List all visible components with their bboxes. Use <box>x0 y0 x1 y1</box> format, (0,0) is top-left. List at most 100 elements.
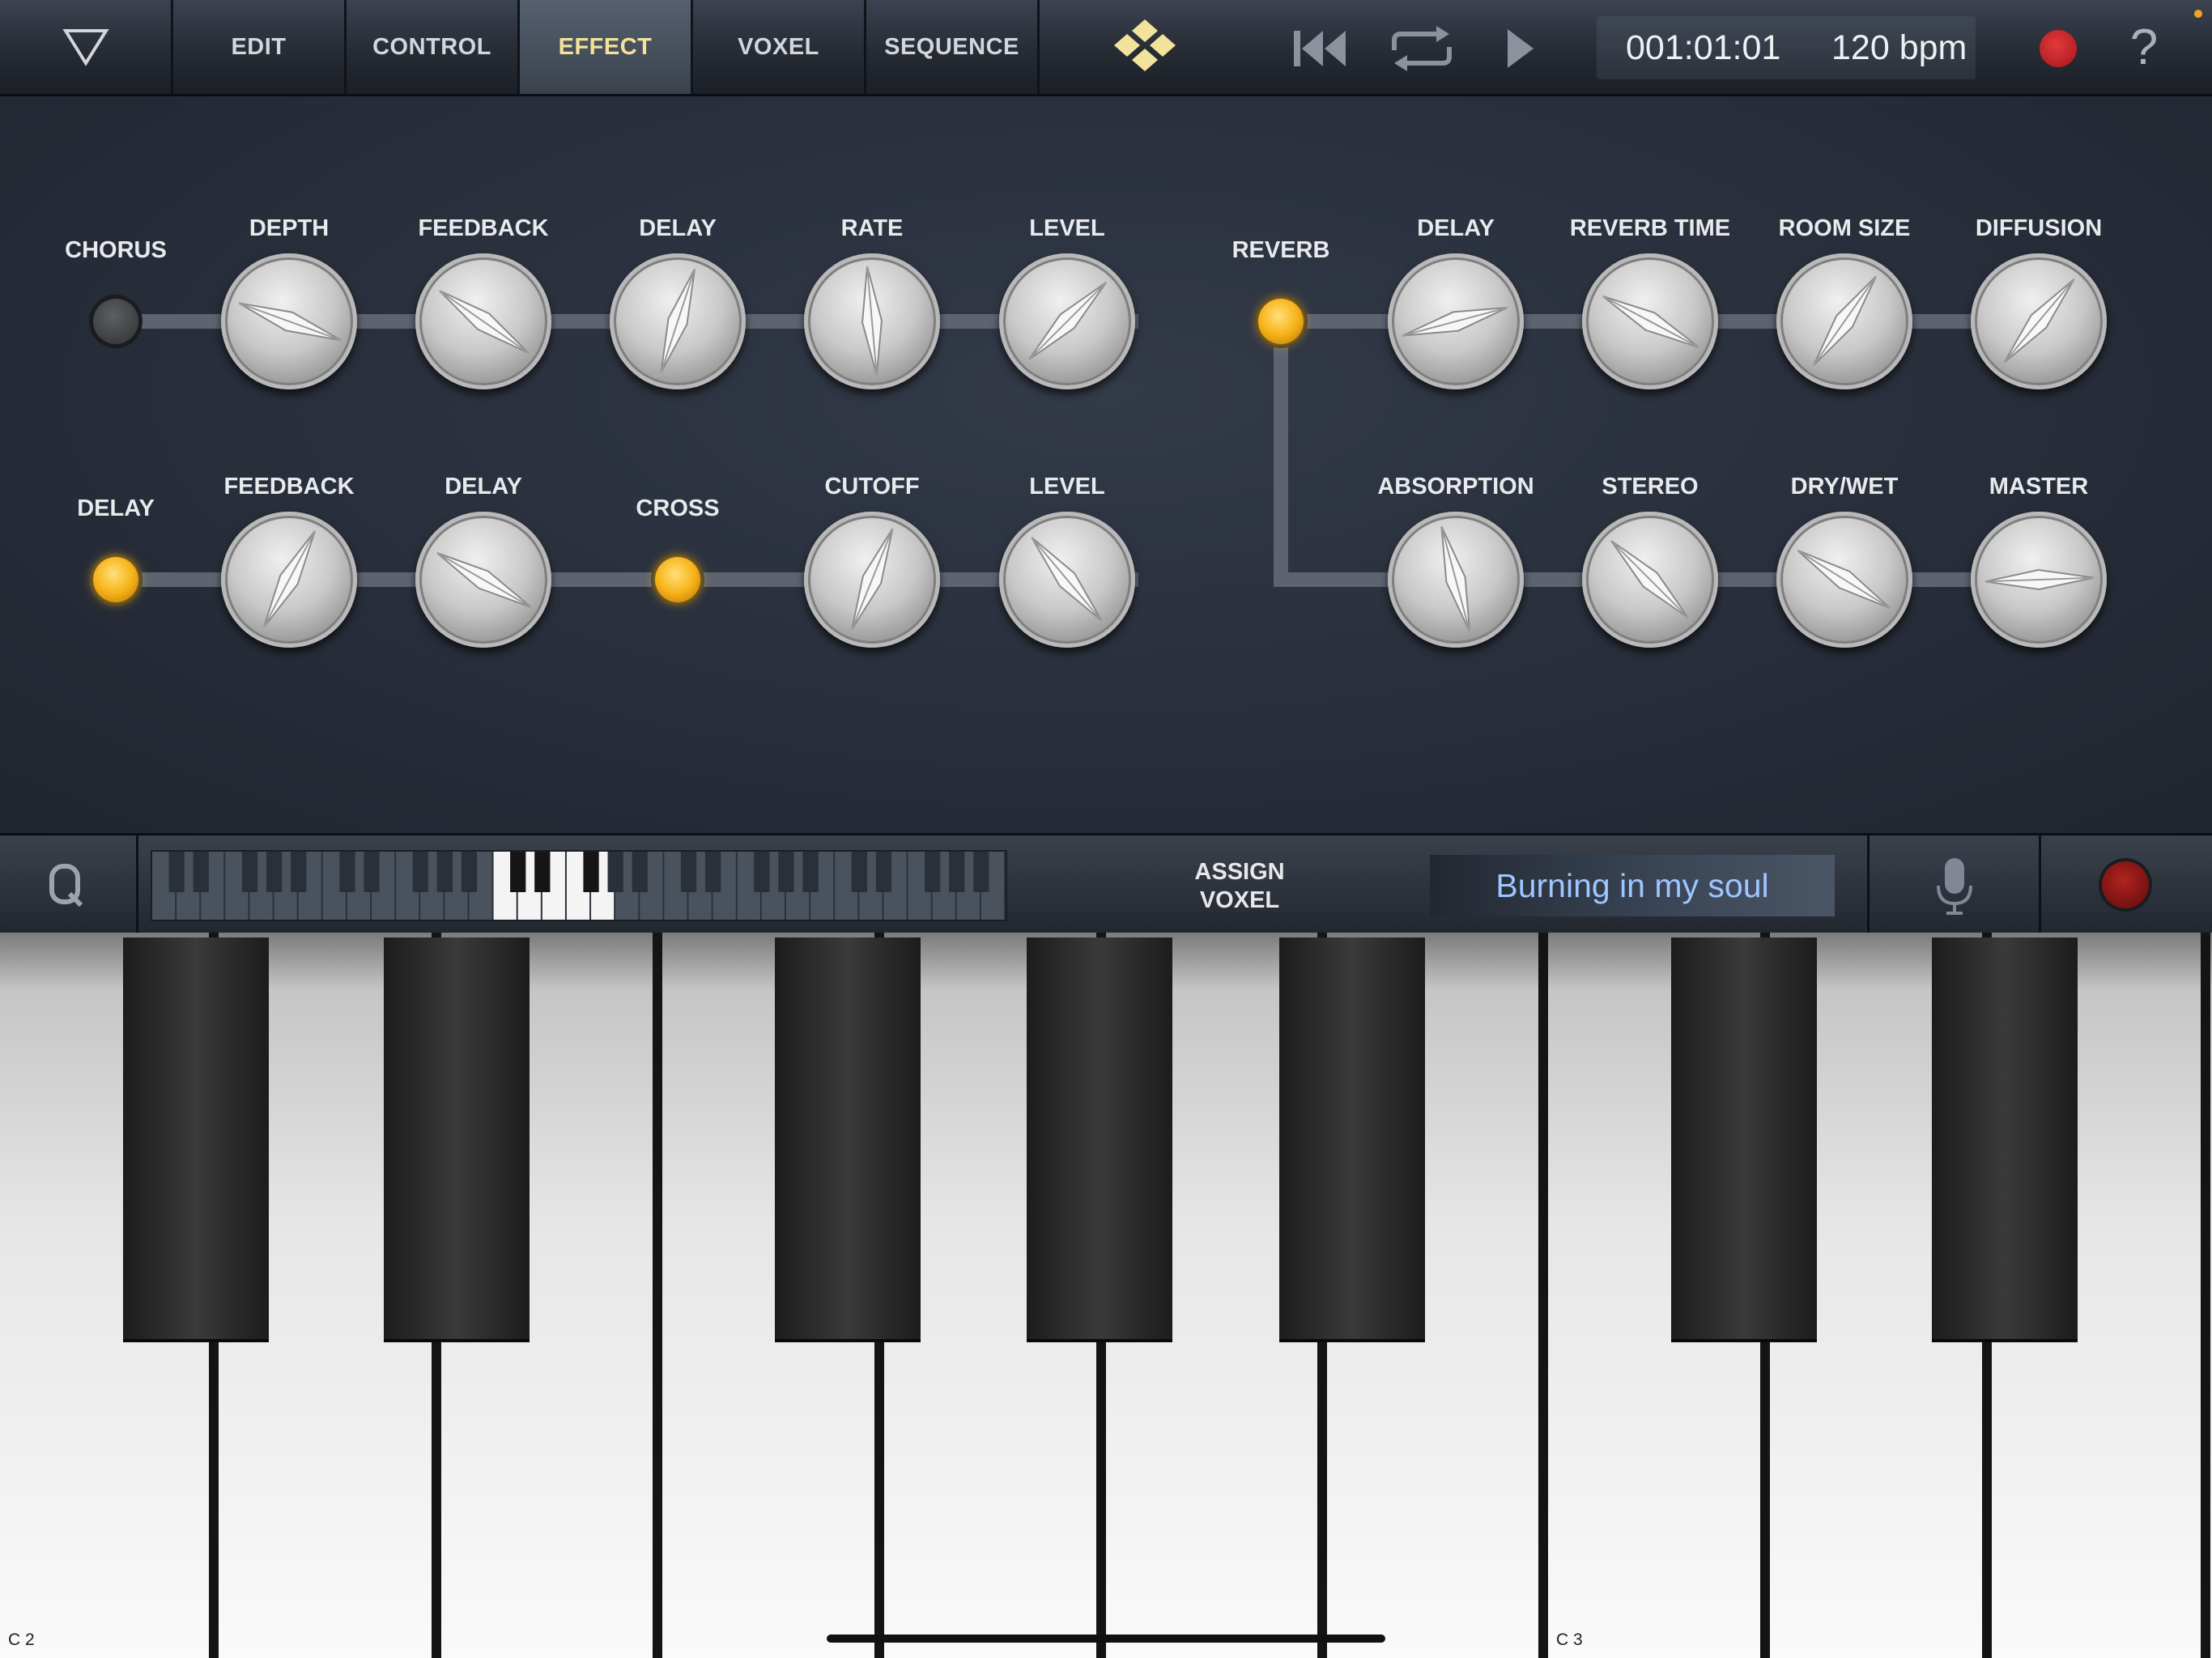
play-icon[interactable] <box>1496 23 1545 74</box>
piano-keyboard[interactable]: C 2 C 3 <box>0 933 2212 1658</box>
mini-black-key <box>875 852 892 892</box>
tab-effect[interactable]: EFFECT <box>520 0 693 94</box>
knob-pointer <box>1440 525 1471 632</box>
knob-pointer <box>1031 537 1103 622</box>
triangle-down-icon <box>62 29 109 66</box>
mini-keyboard <box>152 852 1004 920</box>
mini-black-key <box>754 852 770 892</box>
delay-level-knob[interactable] <box>999 512 1135 648</box>
delay-feedback-knob[interactable] <box>221 512 357 648</box>
reverb-time-knob[interactable] <box>1582 253 1718 389</box>
strip-divider <box>1867 835 1870 933</box>
reverb-toggle[interactable] <box>1258 299 1304 344</box>
reverb-delay-label: DELAY <box>1417 215 1495 241</box>
diffusion-label: DIFFUSION <box>1975 215 2103 241</box>
keyboard-control-strip: ASSIGN VOXEL Burning in my soul <box>0 833 2212 935</box>
absorption-knob[interactable] <box>1388 512 1524 648</box>
white-key-edge <box>2201 933 2210 1658</box>
chorus-feedback-knob[interactable] <box>415 253 551 389</box>
knob-pointer <box>1602 295 1699 348</box>
tab-sequence[interactable]: SEQUENCE <box>866 0 1040 94</box>
knob-pointer <box>1028 282 1107 360</box>
mini-black-key <box>949 852 965 892</box>
chorus-toggle[interactable] <box>93 299 138 344</box>
reverb-label: REVERB <box>1231 237 1330 263</box>
reverb-time-label: REVERB TIME <box>1569 215 1731 241</box>
knob-pointer <box>2003 278 2075 363</box>
dry-wet-knob[interactable] <box>1776 512 1912 648</box>
black-key[interactable] <box>1279 937 1425 1342</box>
tab-control[interactable]: CONTROL <box>347 0 520 94</box>
reverb-delay-knob[interactable] <box>1388 253 1524 389</box>
mini-black-key <box>802 852 819 892</box>
note-label-c3: C 3 <box>1556 1630 1583 1649</box>
mini-black-key <box>364 852 380 892</box>
mini-black-key <box>168 852 185 892</box>
chorus-depth-label: DEPTH <box>249 215 330 241</box>
black-key[interactable] <box>123 937 269 1342</box>
stereo-knob[interactable] <box>1582 512 1718 648</box>
assign-voxel-button[interactable]: ASSIGN VOXEL <box>1179 858 1300 915</box>
delay-delay-knob[interactable] <box>415 512 551 648</box>
record-icon <box>2040 30 2077 67</box>
stereo-label: STEREO <box>1602 474 1699 500</box>
knob-pointer <box>238 302 342 342</box>
mini-black-key <box>534 852 551 892</box>
delay-cutoff-knob[interactable] <box>804 512 940 648</box>
note-label-c2: C 2 <box>8 1630 35 1649</box>
black-key[interactable] <box>1932 937 2078 1342</box>
chorus-delay-knob[interactable] <box>610 253 746 389</box>
strip-divider <box>136 835 138 933</box>
lyrics-display[interactable]: Burning in my soul <box>1430 855 1835 916</box>
loop-icon[interactable] <box>1383 23 1461 74</box>
chorus-depth-knob[interactable] <box>221 253 357 389</box>
mini-black-key <box>973 852 989 892</box>
position-display[interactable]: 001:01:01 120 bpm <box>1597 16 1976 79</box>
cross-toggle[interactable] <box>655 557 700 602</box>
help-button[interactable]: ? <box>2118 16 2170 78</box>
microphone-icon <box>1937 858 1972 915</box>
skip-back-icon[interactable] <box>1289 23 1354 74</box>
mini-black-key <box>607 852 623 892</box>
knob-pointer <box>1984 568 2095 591</box>
quantize-button[interactable] <box>42 860 91 908</box>
mini-black-key <box>193 852 209 892</box>
reverb-branch-line <box>1274 321 1288 587</box>
mini-black-key <box>583 852 599 892</box>
knob-pointer <box>851 528 894 630</box>
room-size-label: ROOM SIZE <box>1778 215 1911 241</box>
help-icon: ? <box>2129 19 2159 75</box>
absorption-label: ABSORPTION <box>1377 474 1534 500</box>
mini-black-key <box>704 852 721 892</box>
mini-black-key <box>510 852 526 892</box>
master-knob[interactable] <box>1971 512 2107 648</box>
knob-pointer <box>861 266 883 376</box>
dry-wet-label: DRY/WET <box>1790 474 1899 500</box>
voice-record-button[interactable] <box>2102 861 2149 908</box>
strip-divider <box>2039 835 2041 933</box>
chorus-level-knob[interactable] <box>999 253 1135 389</box>
knob-pointer <box>1610 540 1689 619</box>
black-key[interactable] <box>1671 937 1817 1342</box>
mini-black-key <box>436 852 453 892</box>
record-button[interactable] <box>2039 29 2078 68</box>
mic-button[interactable] <box>1930 853 1979 918</box>
tab-edit[interactable]: EDIT <box>173 0 347 94</box>
mini-black-key <box>778 852 794 892</box>
room-size-knob[interactable] <box>1776 253 1912 389</box>
knob-pointer <box>436 552 532 608</box>
delay-toggle[interactable] <box>93 557 138 602</box>
chorus-rate-knob[interactable] <box>804 253 940 389</box>
black-key[interactable] <box>775 937 921 1342</box>
cross-label: CROSS <box>636 495 720 521</box>
black-key[interactable] <box>384 937 530 1342</box>
tab-voxel[interactable]: VOXEL <box>693 0 866 94</box>
status-dot <box>2194 10 2202 18</box>
menu-button[interactable] <box>0 0 173 94</box>
time-readout: 001:01:01 <box>1626 28 1781 67</box>
delay-label: DELAY <box>77 495 155 521</box>
black-key[interactable] <box>1027 937 1172 1342</box>
diffusion-knob[interactable] <box>1971 253 2107 389</box>
keyboard-range-selector[interactable] <box>151 850 1007 921</box>
diamond-logo-icon <box>1095 13 1195 81</box>
